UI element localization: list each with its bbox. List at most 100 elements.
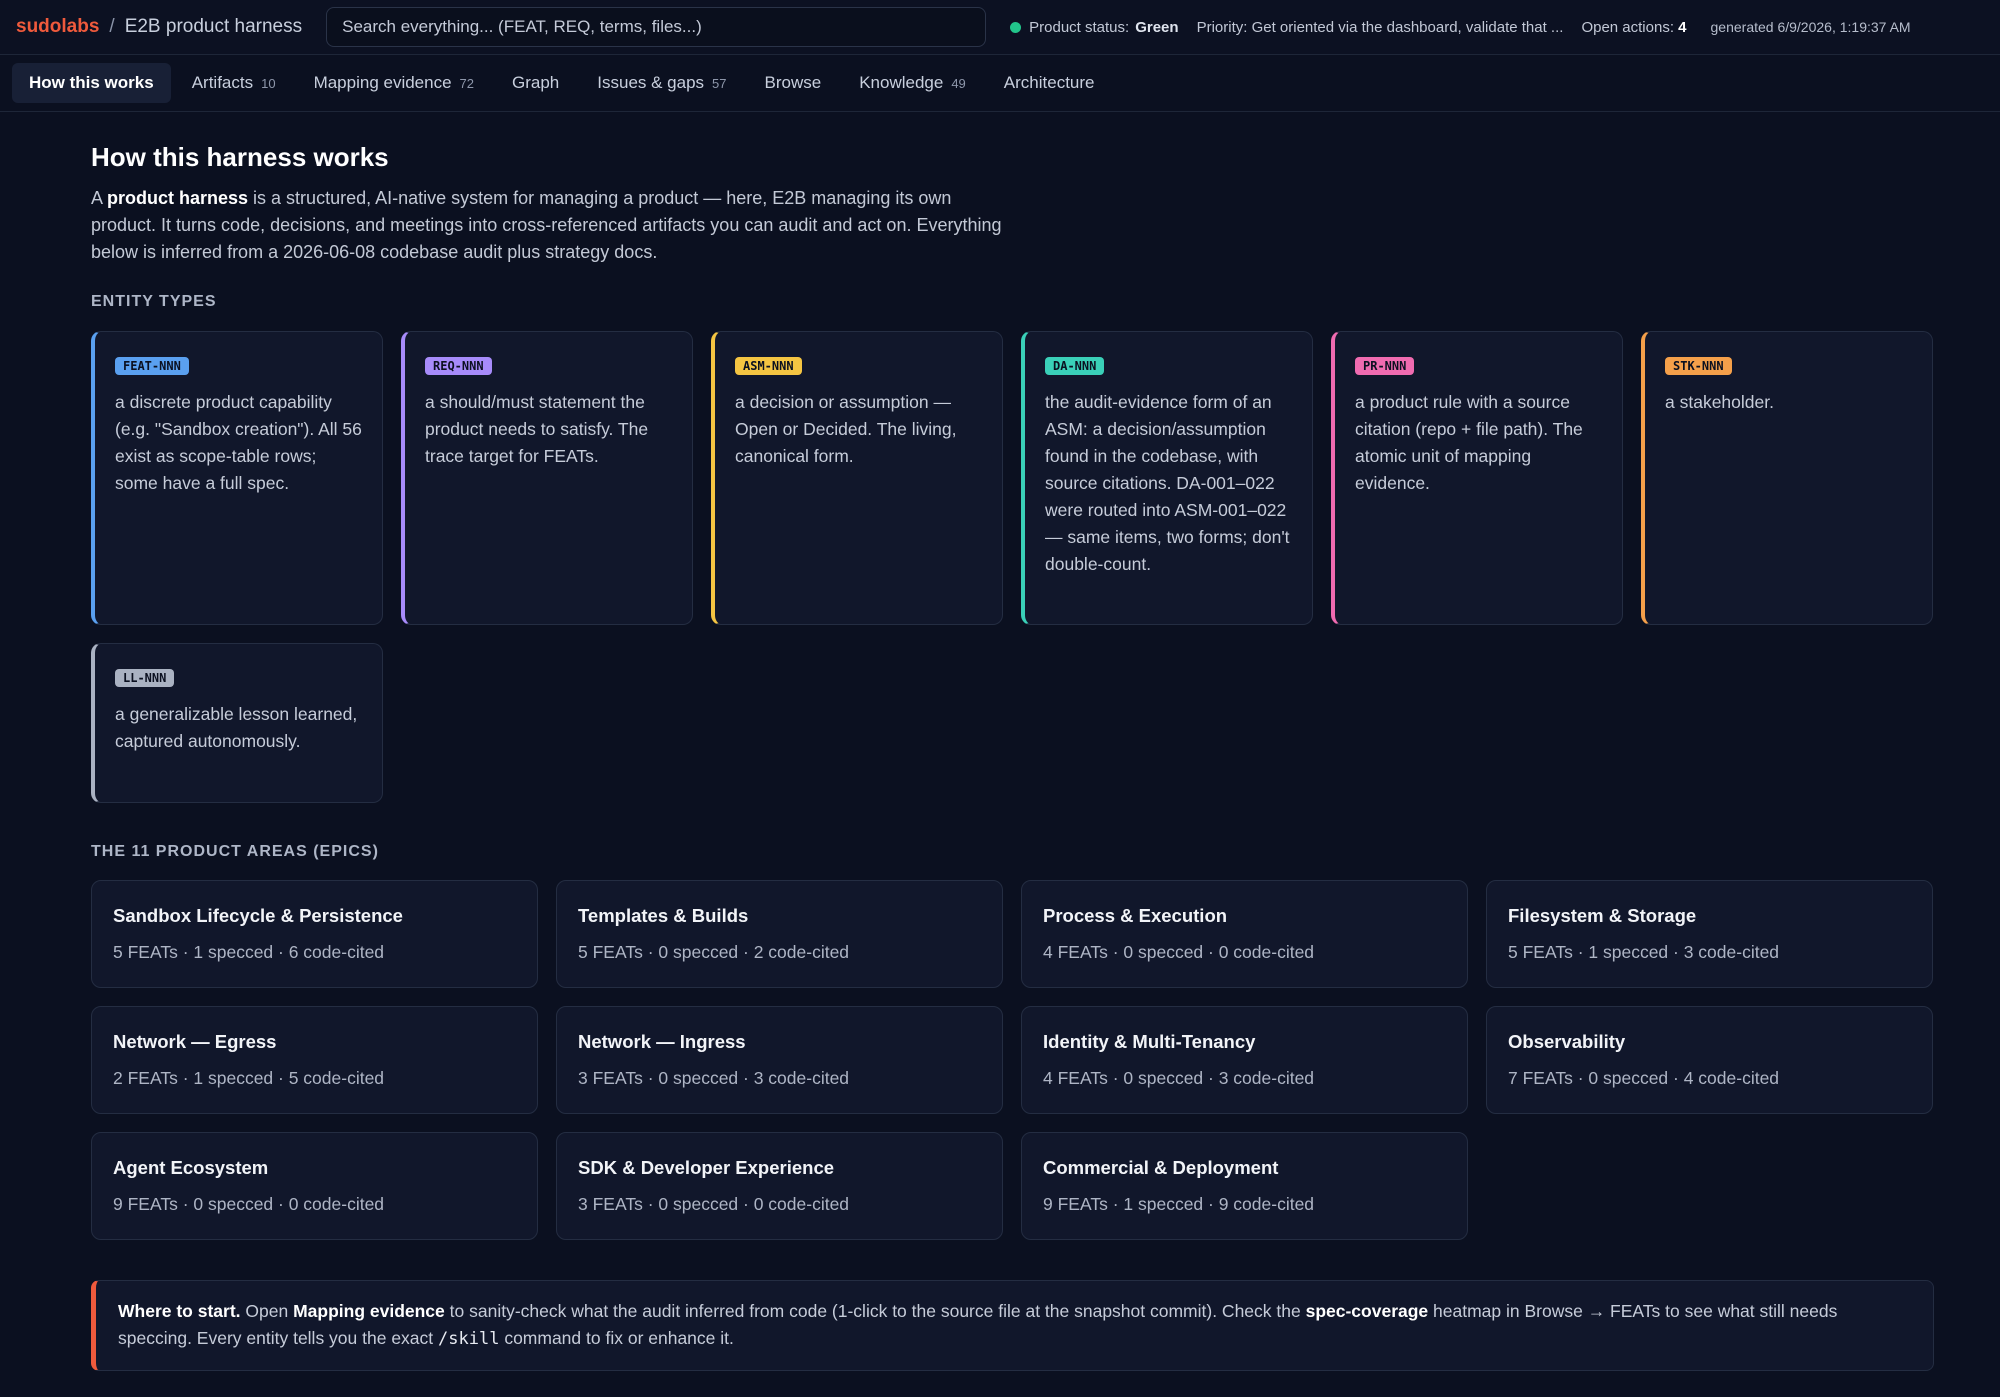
entity-description: a decision or assumption — Open or Decid… [735,392,957,466]
entity-card[interactable]: DA-NNN the audit-evidence form of an ASM:… [1021,331,1313,625]
callout-lead: Where to start. [118,1301,241,1321]
generated-timestamp: generated 6/9/2026, 1:19:37 AM [1710,19,1911,35]
callout-link-mapping-evidence[interactable]: Mapping evidence [293,1301,445,1321]
main-content: How this harness works A product harness… [91,110,1934,1371]
product-area-card[interactable]: Process & Execution 4 FEATs · 0 specced ·… [1021,880,1468,988]
entity-card[interactable]: PR-NNN a product rule with a source citat… [1331,331,1623,625]
tab-mapping-evidence[interactable]: Mapping evidence 72 [297,63,491,103]
entity-description: a stakeholder. [1665,392,1774,412]
area-title: SDK & Developer Experience [578,1157,835,1178]
product-areas-heading: THE 11 PRODUCT AREAS (EPICS) [91,843,379,860]
area-stats: 5 FEATs · 1 specced · 3 code-cited [1508,942,1780,962]
area-stats: 4 FEATs · 0 specced · 3 code-cited [1043,1068,1315,1088]
search-placeholder: Search everything... (FEAT, REQ, terms, … [342,17,702,36]
tab-knowledge[interactable]: Knowledge 49 [842,63,983,103]
tab-count: 72 [459,76,475,91]
product-area-card[interactable]: Observability 7 FEATs · 0 specced · 4 cod… [1486,1006,1933,1114]
entity-card[interactable]: FEAT-NNN a discrete product capability (e… [91,331,383,625]
search-input[interactable]: Search everything... (FEAT, REQ, terms, … [326,7,987,47]
product-area-card[interactable]: Network — Egress 2 FEATs · 1 specced · 5 … [91,1006,538,1114]
entity-badge: PR-NNN [1355,357,1415,375]
status-dot-icon [1010,21,1022,33]
area-title: Network — Ingress [578,1031,746,1052]
area-stats: 7 FEATs · 0 specced · 4 code-cited [1508,1068,1780,1088]
entity-card[interactable]: STK-NNN a stakeholder. [1641,331,1933,625]
status-bar: Product status: Green Priority: Get orie… [1010,18,1911,36]
tab-graph[interactable]: Graph [495,63,576,103]
entity-badge: LL-NNN [115,669,175,687]
area-stats: 3 FEATs · 0 specced · 0 code-cited [578,1194,850,1214]
tab-label: How this works [29,73,154,92]
area-stats: 5 FEATs · 0 specced · 2 code-cited [578,942,850,962]
entity-description: the audit-evidence form of an ASM: a dec… [1045,392,1290,574]
tab-architecture[interactable]: Architecture [987,63,1112,103]
tab-label: Issues & gaps [597,73,705,92]
callout-text-1: Open [240,1301,294,1321]
area-stats: 9 FEATs · 0 specced · 0 code-cited [113,1194,385,1214]
priority-text[interactable]: Priority: Get oriented via the dashboard… [1197,19,1564,36]
area-stats: 5 FEATs · 1 specced · 6 code-cited [113,942,385,962]
status-label: Product status: [1029,18,1130,36]
product-area-card[interactable]: Agent Ecosystem 9 FEATs · 0 specced · 0 c… [91,1132,538,1240]
entity-badge: ASM-NNN [735,357,802,375]
open-actions[interactable]: Open actions: 4 [1581,19,1686,36]
product-area-card[interactable]: Sandbox Lifecycle & Persistence 5 FEATs ·… [91,880,538,988]
area-title: Filesystem & Storage [1508,905,1697,926]
breadcrumb-separator: / [109,16,115,37]
tab-count: 57 [712,76,727,91]
entity-card[interactable]: ASM-NNN a decision or assumption — Open o… [711,331,1003,625]
area-title: Observability [1508,1031,1626,1052]
entity-card[interactable]: REQ-NNN a should/must statement the produ… [401,331,693,625]
tab-label: Browse [764,73,822,92]
entity-description: a should/must statement the product need… [425,392,649,466]
product-area-card[interactable]: Templates & Builds 5 FEATs · 0 specced · … [556,880,1003,988]
tab-count: 49 [951,76,966,91]
tab-count: 10 [261,76,276,91]
area-title: Templates & Builds [578,905,749,926]
tab-how-this-works[interactable]: How this works [12,63,171,103]
entity-types-heading: ENTITY TYPES [91,293,217,310]
where-to-start-callout: Where to start. Open Mapping evidence to… [91,1280,1934,1371]
area-title: Commercial & Deployment [1043,1157,1279,1178]
tab-browse[interactable]: Browse [748,63,839,103]
entity-card[interactable]: LL-NNN a generalizable lesson learned, ca… [91,643,383,803]
brand-logo[interactable]: sudolabs [16,16,99,38]
product-area-card[interactable]: Commercial & Deployment 9 FEATs · 1 specc… [1021,1132,1468,1240]
top-bar: sudolabs / E2B product harness Search ev… [0,0,2000,55]
page-title: How this harness works [91,142,389,172]
callout-skill-command: /skill [438,1329,500,1349]
tab-issues-gaps[interactable]: Issues & gaps 57 [580,63,743,103]
callout-text-2: to sanity-check what the audit inferred … [444,1301,1306,1321]
area-title: Process & Execution [1043,905,1228,926]
intro-text-1: A [91,188,108,208]
product-area-card[interactable]: Filesystem & Storage 5 FEATs · 1 specced … [1486,880,1933,988]
area-title: Network — Egress [113,1031,277,1052]
entity-description: a generalizable lesson learned, captured… [115,704,358,751]
product-area-card[interactable]: Identity & Multi-Tenancy 4 FEATs · 0 spec… [1021,1006,1468,1114]
entity-badge: DA-NNN [1045,357,1105,375]
entity-description: a product rule with a source citation (r… [1355,392,1583,493]
area-stats: 9 FEATs · 1 specced · 9 code-cited [1043,1194,1315,1214]
entity-types-grid: FEAT-NNN a discrete product capability (e… [91,331,1934,803]
tab-label: Graph [512,73,560,92]
area-stats: 3 FEATs · 0 specced · 3 code-cited [578,1068,850,1088]
status-value: Green [1135,18,1179,36]
area-stats: 4 FEATs · 0 specced · 0 code-cited [1043,942,1315,962]
open-actions-label: Open actions: [1581,18,1674,36]
tab-label: Architecture [1003,73,1095,92]
area-title: Identity & Multi-Tenancy [1043,1031,1256,1052]
callout-spec-coverage: spec-coverage [1305,1301,1429,1321]
breadcrumb-title: E2B product harness [124,16,303,37]
area-title: Sandbox Lifecycle & Persistence [113,905,403,926]
tab-bar: How this works Artifacts 10 Mapping evidenc… [0,55,2000,112]
intro-bold: product harness [107,188,249,208]
product-areas-grid: Sandbox Lifecycle & Persistence 5 FEATs ·… [91,880,1934,1240]
tab-label: Mapping evidence [313,73,452,92]
entity-badge: FEAT-NNN [115,357,189,375]
product-area-card[interactable]: SDK & Developer Experience 3 FEATs · 0 sp… [556,1132,1003,1240]
open-actions-count: 4 [1678,18,1687,36]
product-area-card[interactable]: Network — Ingress 3 FEATs · 0 specced · 3… [556,1006,1003,1114]
entity-badge: REQ-NNN [425,357,492,375]
tab-artifacts[interactable]: Artifacts 10 [175,63,293,103]
entity-badge: STK-NNN [1665,357,1732,375]
